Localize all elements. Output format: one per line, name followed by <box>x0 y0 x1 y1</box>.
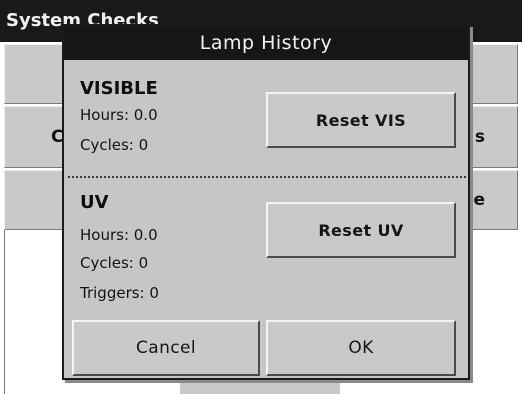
visible-cycles: Cycles: 0 <box>80 136 149 154</box>
background-button-strip <box>180 382 340 394</box>
visible-hours: Hours: 0.0 <box>80 106 158 124</box>
ok-button[interactable]: OK <box>266 320 456 376</box>
uv-cycles: Cycles: 0 <box>80 254 149 272</box>
reset-vis-button[interactable]: Reset VIS <box>266 92 456 148</box>
dialog-title: Lamp History <box>64 26 468 60</box>
uv-hours: Hours: 0.0 <box>80 226 158 244</box>
uv-triggers: Triggers: 0 <box>80 284 159 302</box>
lamp-history-dialog: Lamp History VISIBLE Hours: 0.0 Cycles: … <box>62 24 470 380</box>
background-frame-edge <box>4 230 5 394</box>
system-checks-button-2-label-right: s <box>474 127 485 147</box>
visible-heading: VISIBLE <box>80 78 158 99</box>
uv-heading: UV <box>80 192 109 213</box>
reset-uv-button[interactable]: Reset UV <box>266 202 456 258</box>
cancel-button[interactable]: Cancel <box>72 320 260 376</box>
section-divider <box>68 176 466 178</box>
